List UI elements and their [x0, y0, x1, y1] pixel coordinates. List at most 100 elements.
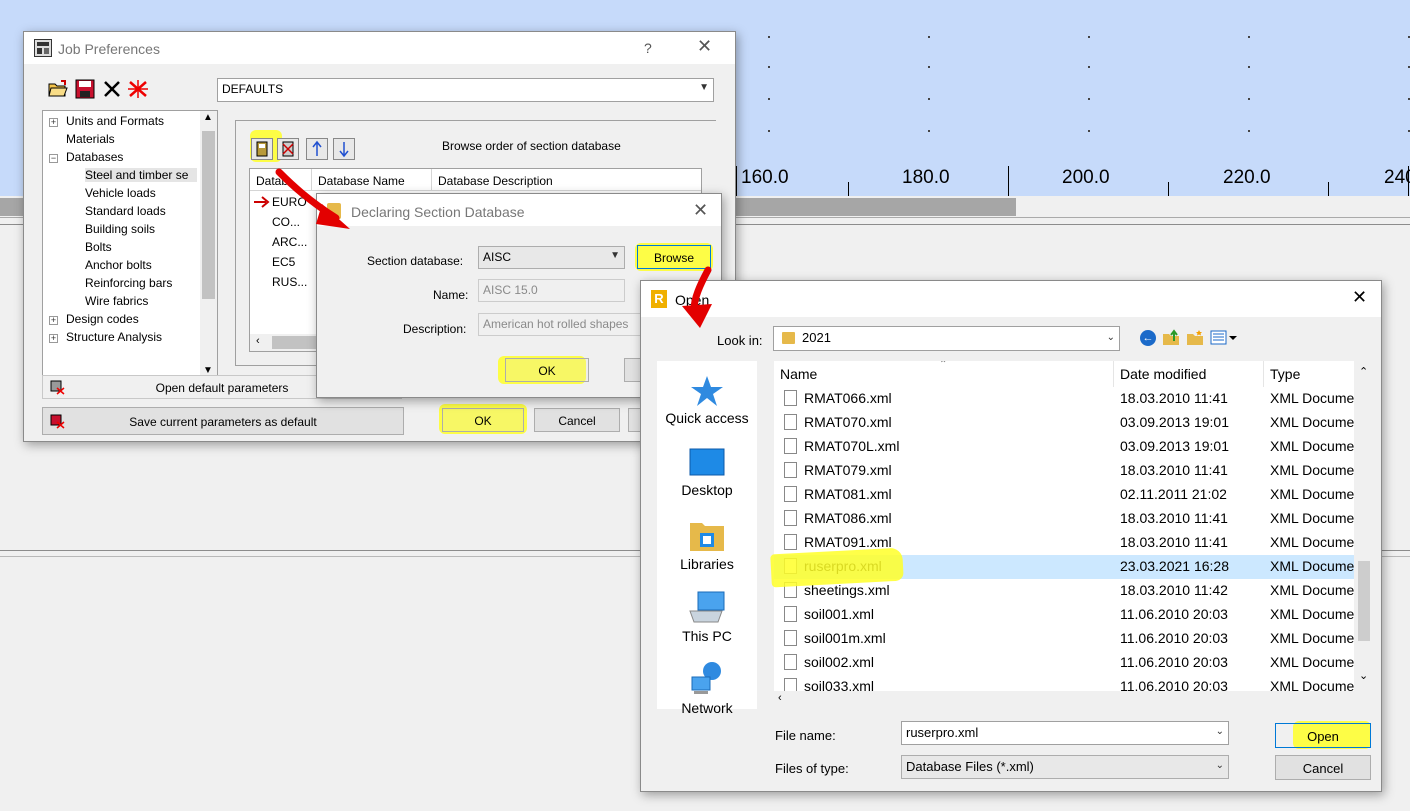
database-row[interactable]: ARC... — [272, 235, 307, 249]
tree-item[interactable]: Steel and timber se — [85, 168, 197, 182]
tree-vertical-scrollbar[interactable]: ▲ ▼ — [200, 111, 217, 381]
title-bar[interactable]: R Open ✕ — [641, 281, 1381, 317]
file-row[interactable]: soil001.xml 11.06.2010 20:03 XML Docume — [774, 603, 1354, 627]
tree-item[interactable]: Design codes — [66, 312, 139, 326]
scroll-left-icon[interactable]: ‹ — [778, 692, 782, 704]
tree-item[interactable]: Standard loads — [85, 204, 166, 218]
file-type-combo[interactable]: Database Files (*.xml) ⌄ — [901, 755, 1229, 779]
delete-x-icon[interactable] — [102, 79, 122, 99]
file-icon — [784, 534, 797, 550]
place-this-pc[interactable]: This PC — [657, 589, 757, 644]
file-list-vertical-scrollbar[interactable]: ⌃ ⌄ — [1354, 361, 1374, 691]
cancel-button[interactable]: Cancel — [534, 408, 620, 432]
view-menu-icon[interactable] — [1210, 330, 1240, 346]
move-up-arrow-icon[interactable] — [306, 138, 328, 160]
scroll-up-icon[interactable]: ⌃ — [1359, 365, 1368, 378]
add-database-icon[interactable] — [251, 138, 273, 160]
tree-item[interactable]: Materials — [66, 132, 115, 146]
ruler-tick — [1328, 182, 1329, 196]
file-name: RMAT070L.xml — [804, 438, 900, 454]
tree-item[interactable]: Anchor bolts — [85, 258, 152, 272]
look-in-combo[interactable]: 2021 ⌄ — [773, 326, 1120, 351]
tree-item[interactable]: Vehicle loads — [85, 186, 156, 200]
tree-item[interactable]: Building soils — [85, 222, 155, 236]
ruler-label: 200.0 — [1062, 167, 1110, 188]
database-row[interactable]: EURO — [272, 195, 307, 209]
close-button[interactable]: ✕ — [1352, 287, 1367, 308]
preset-value: DEFAULTS — [222, 82, 284, 96]
collapse-minus-icon[interactable]: − — [49, 154, 58, 163]
place-quick-access[interactable]: Quick access — [657, 375, 757, 426]
up-folder-icon[interactable] — [1162, 329, 1180, 346]
ok-button[interactable]: OK — [505, 358, 589, 382]
grid-dot — [928, 66, 930, 68]
open-folder-icon[interactable] — [47, 79, 69, 99]
ok-label: OK — [538, 364, 556, 378]
move-down-arrow-icon[interactable] — [333, 138, 355, 160]
file-row[interactable]: soil002.xml 11.06.2010 20:03 XML Docume — [774, 651, 1354, 675]
cancel-button[interactable]: Cancel — [1275, 755, 1371, 780]
ok-button[interactable]: OK — [442, 408, 524, 432]
file-row[interactable]: RMAT081.xml 02.11.2011 21:02 XML Docume — [774, 483, 1354, 507]
place-desktop[interactable]: Desktop — [657, 447, 757, 498]
preferences-tree[interactable]: + Units and Formats Materials − Databases Ste… — [42, 110, 218, 398]
file-row[interactable]: soil001m.xml 11.06.2010 20:03 XML Docume — [774, 627, 1354, 651]
place-libraries[interactable]: Libraries — [657, 517, 757, 572]
section-db-combo[interactable]: AISC ▼ — [478, 246, 625, 269]
reset-star-icon[interactable] — [127, 79, 149, 99]
expand-plus-icon[interactable]: + — [49, 316, 58, 325]
scroll-up-icon[interactable]: ▲ — [203, 112, 213, 123]
file-list[interactable]: Name ⌃ Date modified Type RMAT066.xml 18.… — [774, 361, 1374, 709]
column-header[interactable]: Database Description — [432, 169, 701, 191]
file-name-input[interactable]: ruserpro.xml ⌄ — [901, 721, 1229, 745]
new-folder-icon[interactable] — [1186, 329, 1204, 346]
name-field[interactable]: AISC 15.0 — [478, 279, 625, 302]
scroll-down-icon[interactable]: ⌄ — [1359, 669, 1368, 682]
file-row[interactable]: RMAT070L.xml 03.09.2013 19:01 XML Docume — [774, 435, 1354, 459]
file-list-horizontal-scrollbar[interactable]: ‹ — [774, 691, 1374, 709]
chevron-down-icon: ⌄ — [1215, 760, 1224, 771]
file-type: XML Docume — [1270, 582, 1355, 598]
column-header-date[interactable]: Date modified — [1114, 361, 1264, 387]
tree-item[interactable]: Reinforcing bars — [85, 276, 172, 290]
remove-database-icon[interactable] — [277, 138, 299, 160]
save-default-params-button[interactable]: Save current parameters as default — [42, 407, 404, 435]
close-button[interactable]: ✕ — [697, 36, 712, 57]
database-row[interactable]: CO... — [272, 215, 300, 229]
file-type: XML Docume — [1270, 606, 1355, 622]
scroll-left-icon[interactable]: ‹ — [256, 335, 260, 347]
tree-item[interactable]: Structure Analysis — [66, 330, 162, 344]
save-disk-icon[interactable] — [75, 79, 95, 99]
column-header[interactable]: Datab — [250, 169, 312, 191]
open-button[interactable]: Open — [1275, 723, 1371, 748]
browse-label: Browse — [653, 251, 694, 265]
tree-item[interactable]: Units and Formats — [66, 114, 164, 128]
browse-button[interactable]: Browse — [637, 245, 711, 269]
file-icon — [784, 438, 797, 454]
file-row[interactable]: RMAT070.xml 03.09.2013 19:01 XML Docume — [774, 411, 1354, 435]
column-header[interactable]: Database Name — [312, 169, 432, 191]
tree-item[interactable]: Wire fabrics — [85, 294, 148, 308]
scrollbar-thumb[interactable] — [202, 131, 215, 299]
tree-item[interactable]: Databases — [66, 150, 123, 164]
database-row[interactable]: RUS... — [272, 275, 307, 289]
name-label: Name: — [433, 288, 469, 302]
title-bar[interactable]: Declaring Section Database ✕ — [317, 194, 721, 226]
title-bar[interactable]: Job Preferences ? ✕ — [24, 32, 735, 64]
file-row[interactable]: RMAT086.xml 18.03.2010 11:41 XML Docume — [774, 507, 1354, 531]
back-icon[interactable]: ← — [1140, 330, 1156, 346]
close-button[interactable]: ✕ — [693, 200, 708, 221]
help-button[interactable]: ? — [644, 40, 652, 56]
database-row[interactable]: EC5 — [272, 255, 295, 269]
file-row[interactable]: RMAT066.xml 18.03.2010 11:41 XML Docume — [774, 387, 1354, 411]
file-row[interactable]: RMAT079.xml 18.03.2010 11:41 XML Docume — [774, 459, 1354, 483]
preset-combo[interactable]: DEFAULTS ▼ — [217, 78, 714, 102]
expand-plus-icon[interactable]: + — [49, 118, 58, 127]
description-field[interactable]: American hot rolled shapes — [478, 313, 641, 336]
scrollbar-thumb[interactable] — [1358, 561, 1370, 641]
tree-item[interactable]: Bolts — [85, 240, 112, 254]
place-network[interactable]: Network — [657, 661, 757, 716]
name-value: AISC 15.0 — [483, 283, 538, 297]
column-header-type[interactable]: Type — [1264, 361, 1364, 387]
expand-plus-icon[interactable]: + — [49, 334, 58, 343]
